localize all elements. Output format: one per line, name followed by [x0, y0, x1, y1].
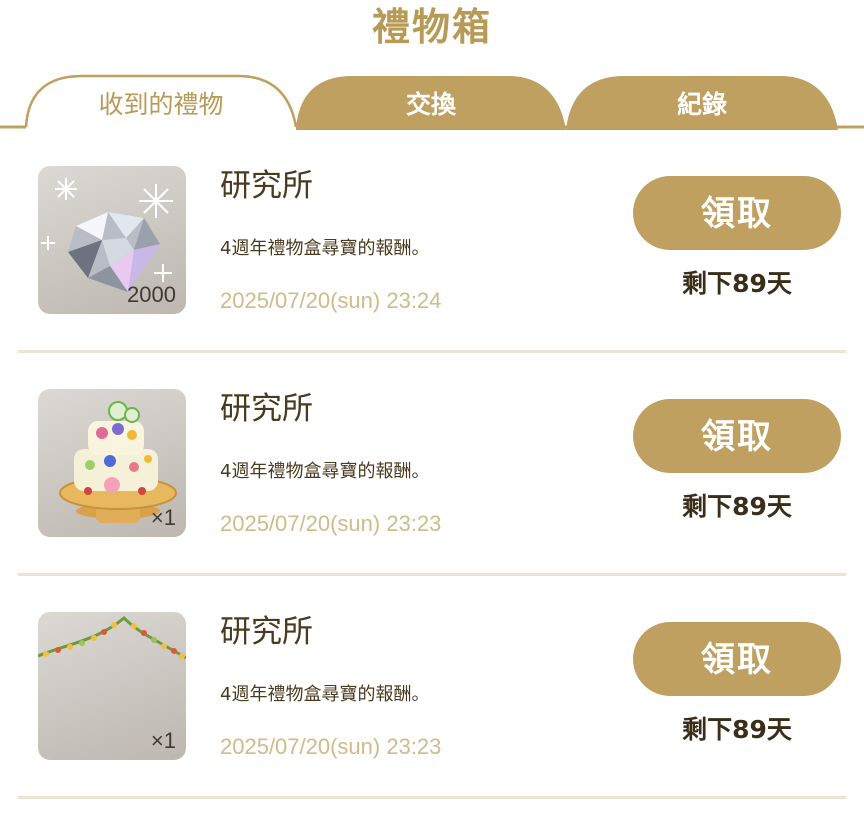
gift-description: 4週年禮物盒尋寶的報酬。: [220, 238, 430, 259]
gift-sender: 研究所: [220, 391, 313, 427]
gift-sender: 研究所: [220, 168, 313, 204]
gift-description: 4週年禮物盒尋寶的報酬。: [220, 461, 430, 482]
gift-description: 4週年禮物盒尋寶的報酬。: [220, 684, 430, 705]
gift-quantity: ×1: [150, 505, 176, 530]
gift-quantity: 2000: [127, 282, 176, 307]
divider: [18, 796, 846, 799]
gift-thumbnail: ×1: [38, 612, 186, 760]
remaining-days: 剩下89天: [682, 715, 792, 744]
gift-quantity: ×1: [150, 728, 176, 753]
claim-button[interactable]: 領取: [633, 176, 841, 250]
claim-button[interactable]: 領取: [633, 399, 841, 473]
divider: [18, 573, 846, 576]
gift-timestamp: 2025/07/20(sun) 23:23: [220, 734, 442, 759]
gift-sender: 研究所: [220, 614, 313, 650]
gift-timestamp: 2025/07/20(sun) 23:23: [220, 511, 442, 536]
gift-item: 2000 研究所 4週年禮物盒尋寶的報酬。 2025/07/20(sun) 23…: [0, 152, 864, 375]
claim-button[interactable]: 領取: [633, 622, 841, 696]
gift-timestamp: 2025/07/20(sun) 23:24: [220, 288, 442, 313]
gift-item: ×1 研究所 4週年禮物盒尋寶的報酬。 2025/07/20(sun) 23:2…: [0, 598, 864, 821]
tab-exchange[interactable]: 交換: [296, 74, 566, 130]
divider: [18, 350, 846, 353]
gift-thumbnail: 2000: [38, 166, 186, 314]
gift-thumbnail: ×1: [38, 389, 186, 537]
tab-bar: 收到的禮物 交換 紀錄: [0, 74, 864, 130]
tab-history[interactable]: 紀錄: [566, 74, 838, 130]
page-title: 禮物箱: [371, 5, 492, 49]
gift-item: ×1 研究所 4週年禮物盒尋寶的報酬。 2025/07/20(sun) 23:2…: [0, 375, 864, 598]
remaining-days: 剩下89天: [682, 269, 792, 298]
remaining-days: 剩下89天: [682, 492, 792, 521]
tab-received-gifts[interactable]: 收到的禮物: [26, 74, 296, 130]
